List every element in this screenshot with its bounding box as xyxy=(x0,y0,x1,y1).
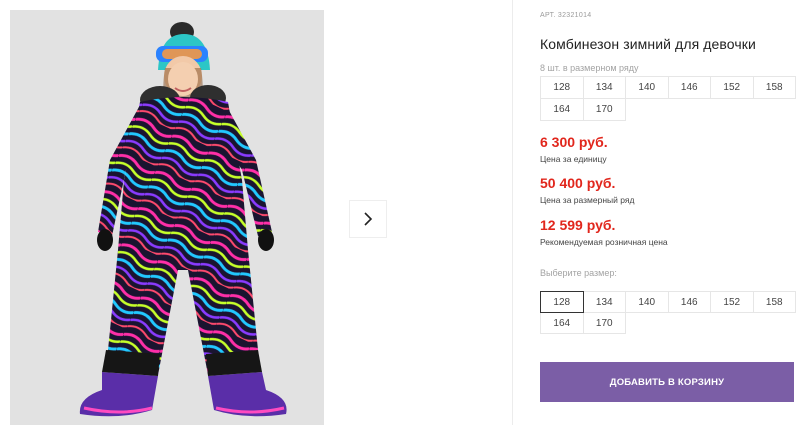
size-picker-grid: 128 134 140 146 152 158 164 170 xyxy=(540,291,796,334)
next-image-button[interactable] xyxy=(349,200,387,238)
product-title: Комбинезон зимний для девочки xyxy=(540,36,756,52)
retail-price-label: Рекомендуемая розничная цена xyxy=(540,237,668,247)
pack-size-cell: 134 xyxy=(582,76,626,99)
product-gallery xyxy=(0,0,512,425)
size-option[interactable]: 158 xyxy=(752,291,796,313)
size-option[interactable]: 134 xyxy=(582,291,626,313)
column-divider xyxy=(512,0,513,425)
add-to-cart-button[interactable]: ДОБАВИТЬ В КОРЗИНУ xyxy=(540,362,794,402)
size-option[interactable]: 152 xyxy=(710,291,754,313)
product-photo[interactable] xyxy=(10,10,324,425)
size-option[interactable]: 170 xyxy=(582,312,626,334)
pack-size-cell: 152 xyxy=(710,76,754,99)
size-picker-label: Выберите размер: xyxy=(540,268,617,278)
chevron-right-icon xyxy=(364,212,373,226)
pack-sizes-grid: 128 134 140 146 152 158 164 170 xyxy=(540,76,796,121)
pack-size-cell: 158 xyxy=(752,76,796,99)
pack-size-cell: 164 xyxy=(540,98,584,121)
pack-size-note: 8 шт. в размерном ряду xyxy=(540,63,639,73)
size-option-selected[interactable]: 128 xyxy=(540,291,584,313)
retail-price: 12 599 руб. xyxy=(540,217,616,233)
pack-size-cell: 140 xyxy=(625,76,669,99)
pack-size-cell: 128 xyxy=(540,76,584,99)
product-photo-illustration xyxy=(10,10,324,425)
pack-price: 50 400 руб. xyxy=(540,175,616,191)
unit-price-label: Цена за единицу xyxy=(540,154,607,164)
pack-price-label: Цена за размерный ряд xyxy=(540,195,635,205)
size-option[interactable]: 164 xyxy=(540,312,584,334)
size-option[interactable]: 146 xyxy=(667,291,711,313)
pack-size-cell: 146 xyxy=(667,76,711,99)
unit-price: 6 300 руб. xyxy=(540,134,608,150)
size-option[interactable]: 140 xyxy=(625,291,669,313)
product-sku: АРТ. 32321014 xyxy=(540,12,592,19)
pack-size-cell: 170 xyxy=(582,98,626,121)
